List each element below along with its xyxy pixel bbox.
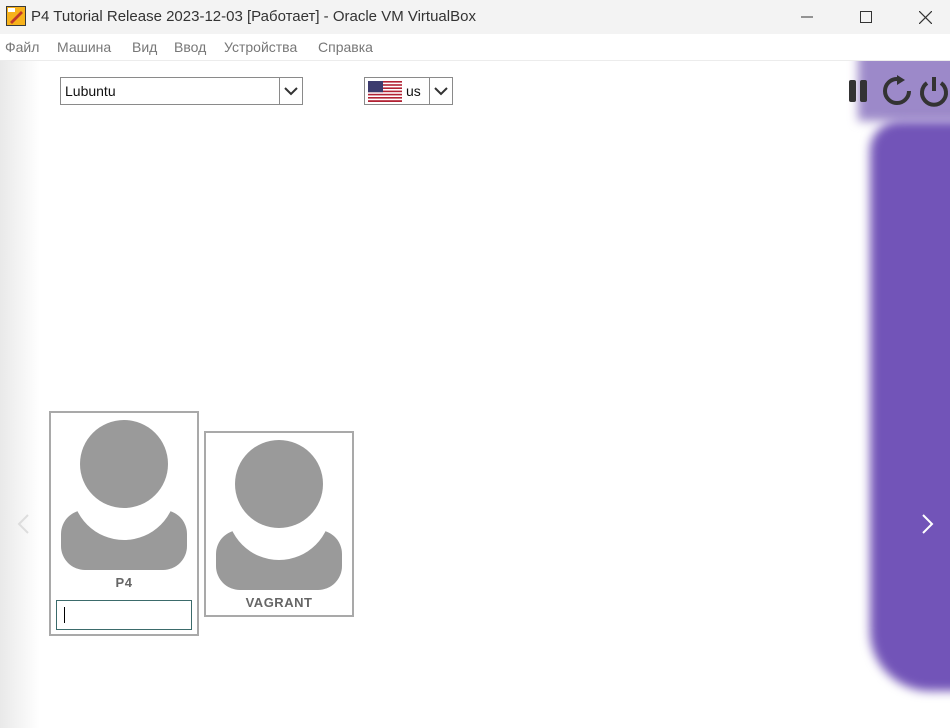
guest-screen[interactable]: Lubuntu us P4 VAGRANT	[0, 61, 950, 728]
user-avatar-icon	[61, 420, 187, 570]
power-icon[interactable]	[918, 75, 950, 107]
user-avatar-icon	[216, 440, 342, 590]
chevron-right-icon[interactable]	[920, 513, 936, 535]
close-icon	[918, 10, 932, 24]
keyboard-dropdown-button[interactable]	[429, 78, 452, 104]
window-titlebar: P4 Tutorial Release 2023-12-03 [Работает…	[0, 0, 950, 34]
window-title: P4 Tutorial Release 2023-12-03 [Работает…	[31, 8, 476, 25]
menu-file[interactable]: Файл	[5, 39, 39, 55]
keyboard-layout-select[interactable]: us	[364, 77, 453, 105]
text-caret	[64, 607, 65, 623]
close-button[interactable]	[896, 0, 950, 34]
left-shadow	[0, 61, 40, 728]
power-tray	[845, 75, 950, 107]
user-name: P4	[115, 575, 133, 590]
session-dropdown-button[interactable]	[279, 78, 302, 104]
menu-machine[interactable]: Машина	[57, 39, 111, 55]
menu-bar: Файл Машина Вид Ввод Устройства Справка	[0, 34, 950, 61]
virtualbox-app-icon	[6, 6, 26, 26]
chevron-down-icon	[434, 86, 448, 95]
maximize-icon	[860, 11, 872, 23]
maximize-button[interactable]	[837, 0, 895, 34]
us-flag-icon	[368, 81, 402, 102]
minimize-icon	[801, 16, 813, 18]
minimize-button[interactable]	[778, 0, 836, 34]
user-name: VAGRANT	[245, 595, 313, 610]
keyboard-layout-value: us	[406, 83, 421, 99]
menu-devices[interactable]: Устройства	[224, 39, 297, 55]
menu-view[interactable]: Вид	[132, 39, 157, 55]
chevron-left-icon[interactable]	[15, 513, 31, 535]
password-input[interactable]	[56, 600, 192, 630]
user-card-p4[interactable]: P4	[49, 411, 199, 636]
pause-icon[interactable]	[845, 75, 877, 107]
user-card-vagrant[interactable]: VAGRANT	[204, 431, 354, 617]
background-decoration	[870, 121, 950, 691]
session-value: Lubuntu	[65, 83, 116, 99]
chevron-down-icon	[284, 86, 298, 95]
menu-input[interactable]: Ввод	[174, 39, 206, 55]
restart-icon[interactable]	[881, 75, 913, 107]
menu-help[interactable]: Справка	[318, 39, 373, 55]
session-select[interactable]: Lubuntu	[60, 77, 303, 105]
